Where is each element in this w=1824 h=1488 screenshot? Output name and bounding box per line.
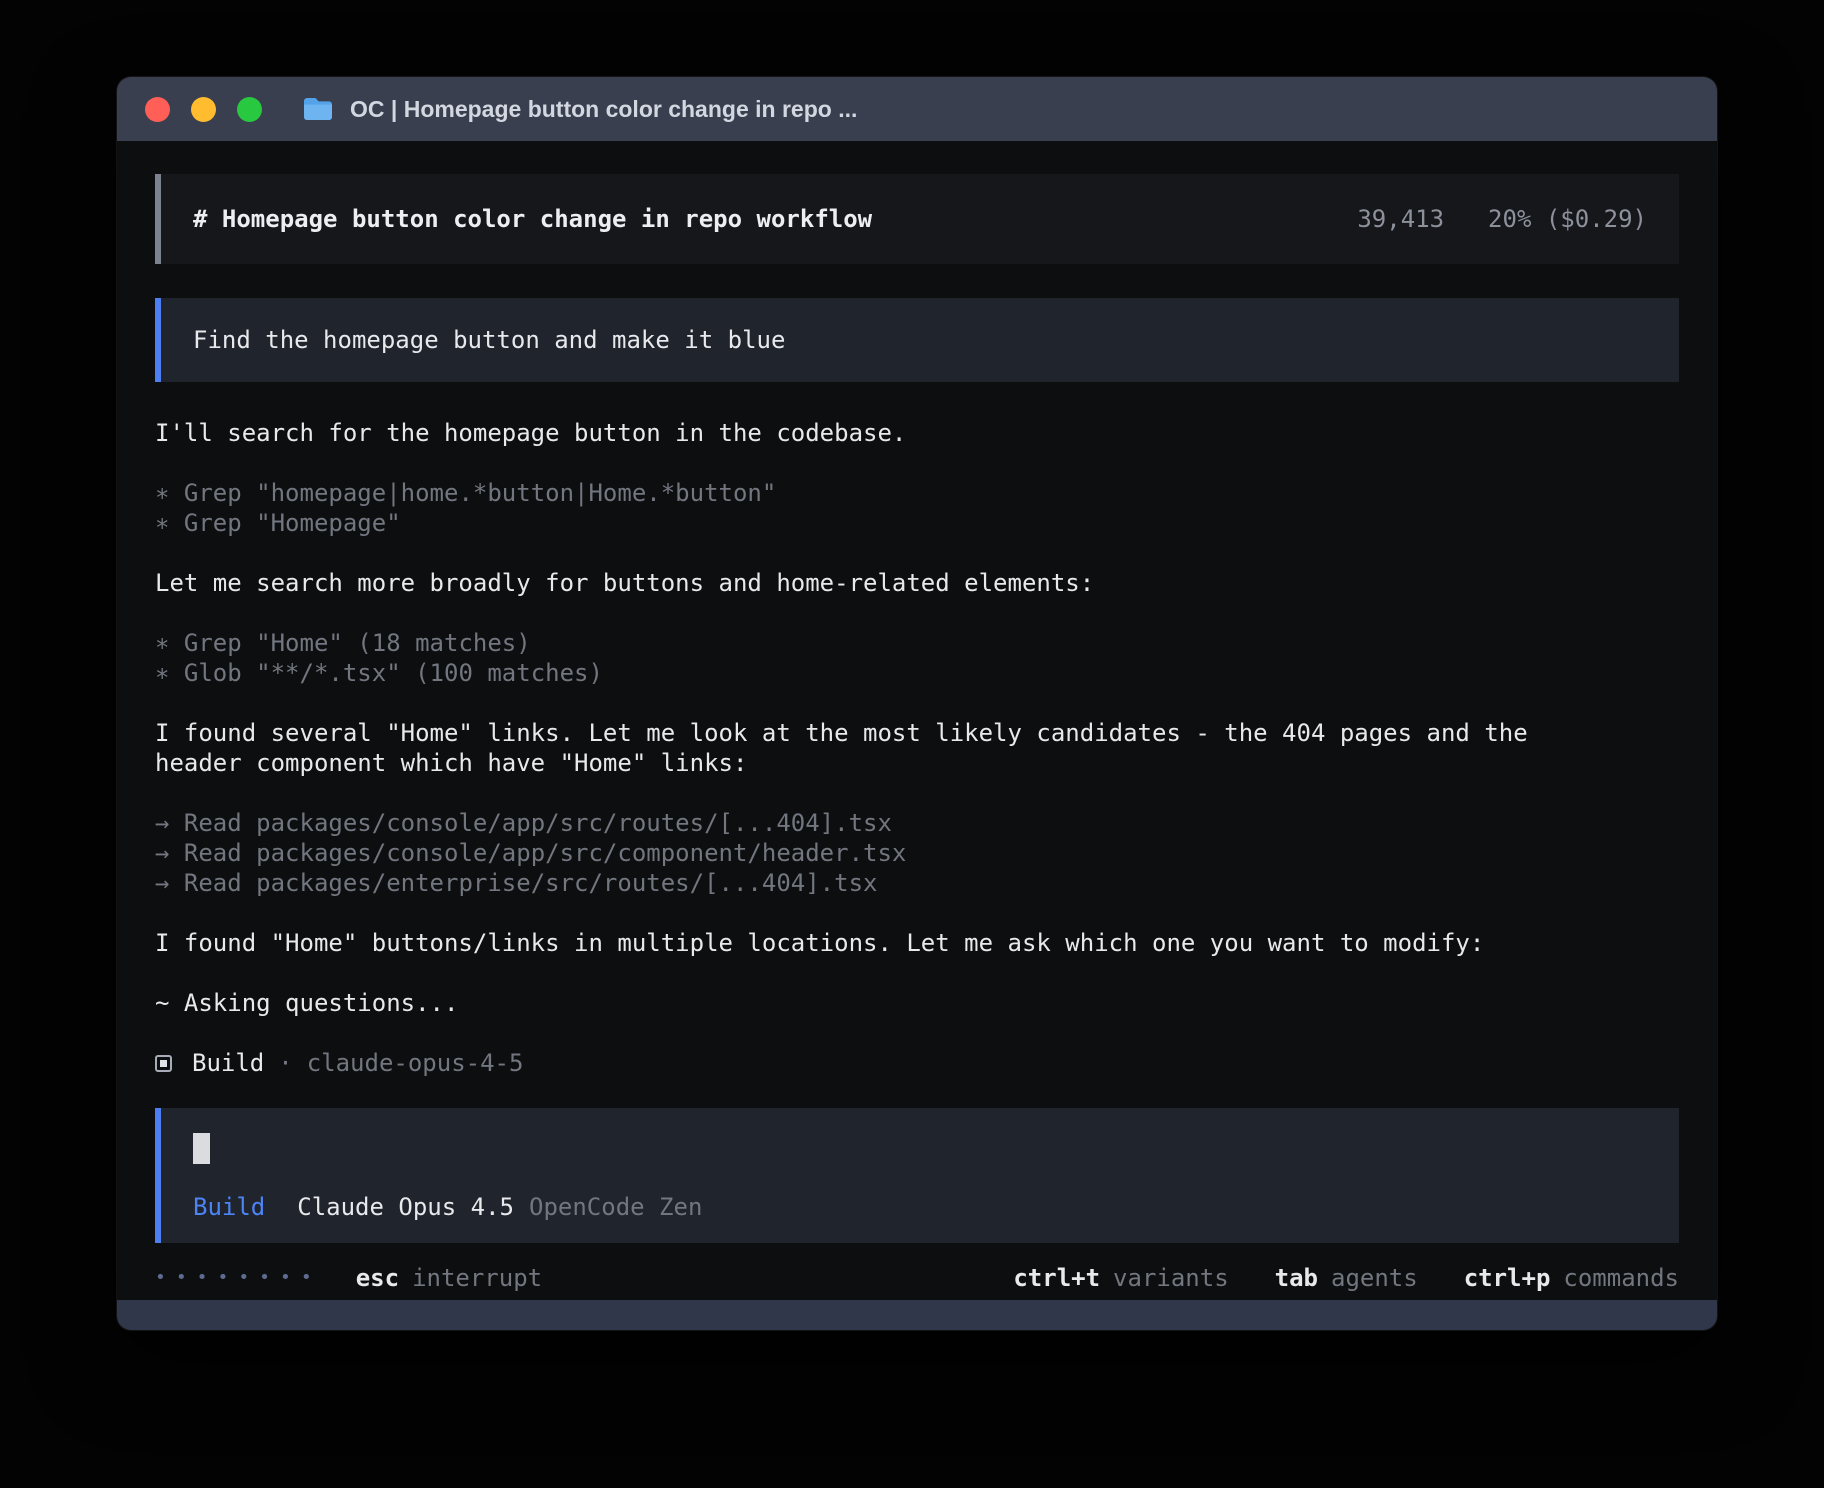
tool-call-text: Grep "Homepage" xyxy=(184,509,401,537)
status-bar-right: ctrl+t variants tab agents ctrl+p commands xyxy=(967,1263,1679,1293)
agent-name: Build xyxy=(192,1048,264,1078)
shortcut-label: agents xyxy=(1331,1263,1418,1293)
tool-call-group: → Read packages/console/app/src/routes/[… xyxy=(155,808,1679,898)
tool-call-line: → Read packages/console/app/src/routes/[… xyxy=(155,808,1679,838)
tool-call-line: ∗ Glob "**/*.tsx" (100 matches) xyxy=(155,658,1679,688)
assistant-text: I found several "Home" links. Let me loo… xyxy=(155,718,1679,778)
tool-prefix-icon: ∗ xyxy=(155,659,169,687)
titlebar[interactable]: OC | Homepage button color change in rep… xyxy=(117,77,1717,141)
agent-status-line: Build · claude-opus-4-5 xyxy=(155,1048,1679,1078)
minimize-button[interactable] xyxy=(191,97,216,122)
assistant-text-line: I'll search for the homepage button in t… xyxy=(155,418,1679,448)
tool-call-line: ∗ Grep "Home" (18 matches) xyxy=(155,628,1679,658)
window-title: OC | Homepage button color change in rep… xyxy=(350,96,857,123)
terminal-content: # Homepage button color change in repo w… xyxy=(117,141,1717,1300)
session-header: # Homepage button color change in repo w… xyxy=(155,174,1679,264)
assistant-text: I found "Home" buttons/links in multiple… xyxy=(155,928,1679,958)
shortcut-commands: ctrl+p commands xyxy=(1464,1263,1679,1293)
assistant-text: Let me search more broadly for buttons a… xyxy=(155,568,1679,598)
user-message: Find the homepage button and make it blu… xyxy=(155,298,1679,382)
shortcut-key: ctrl+t xyxy=(1013,1263,1100,1293)
agent-icon-inner xyxy=(160,1060,167,1067)
token-count: 39,413 xyxy=(1357,205,1444,233)
close-button[interactable] xyxy=(145,97,170,122)
shortcut-label: variants xyxy=(1113,1263,1229,1293)
terminal-window: OC | Homepage button color change in rep… xyxy=(117,77,1717,1330)
tool-call-text: Glob "**/*.tsx" (100 matches) xyxy=(184,659,603,687)
traffic-lights xyxy=(145,97,262,122)
tool-call-text: Read packages/console/app/src/component/… xyxy=(184,839,906,867)
assistant-text: I'll search for the homepage button in t… xyxy=(155,418,1679,448)
session-title: # Homepage button color change in repo w… xyxy=(193,204,872,234)
asking-status-text: ~ Asking questions... xyxy=(155,988,1679,1018)
mode-label: Build xyxy=(193,1192,265,1222)
user-message-text: Find the homepage button and make it blu… xyxy=(193,325,785,355)
esc-label: interrupt xyxy=(412,1263,542,1293)
read-arrow-icon: → xyxy=(155,869,169,897)
tool-call-line: ∗ Grep "homepage|home.*button|Home.*butt… xyxy=(155,478,1679,508)
tool-call-text: Grep "homepage|home.*button|Home.*button… xyxy=(184,479,776,507)
separator-dot-icon: · xyxy=(278,1048,292,1078)
assistant-text-line: Let me search more broadly for buttons a… xyxy=(155,568,1679,598)
agent-icon xyxy=(155,1055,172,1072)
tool-prefix-icon: ∗ xyxy=(155,629,169,657)
zoom-button[interactable] xyxy=(237,97,262,122)
tool-call-text: Read packages/console/app/src/routes/[..… xyxy=(184,809,892,837)
prompt-input[interactable]: Build Claude Opus 4.5 OpenCode Zen xyxy=(155,1108,1679,1243)
tool-call-line: ∗ Grep "Homepage" xyxy=(155,508,1679,538)
assistant-text-line: I found several "Home" links. Let me loo… xyxy=(155,718,1679,778)
esc-key: esc xyxy=(356,1263,399,1293)
shortcut-key: tab xyxy=(1275,1263,1318,1293)
read-arrow-icon: → xyxy=(155,809,169,837)
tool-call-line: → Read packages/console/app/src/componen… xyxy=(155,838,1679,868)
shortcut-label: commands xyxy=(1563,1263,1679,1293)
tool-call-group: ∗ Grep "homepage|home.*button|Home.*butt… xyxy=(155,478,1679,538)
folder-icon xyxy=(302,96,334,122)
shortcut-variants: ctrl+t variants xyxy=(1013,1263,1228,1293)
asking-status: ~ Asking questions... xyxy=(155,988,1679,1018)
session-meta: 39,413 20% ($0.29) xyxy=(1357,204,1647,234)
status-bar: •••••••• esc interrupt ctrl+t variants ta… xyxy=(155,1257,1679,1299)
text-cursor xyxy=(193,1133,210,1164)
tool-call-text: Read packages/enterprise/src/routes/[...… xyxy=(184,869,878,897)
window-footer-strip xyxy=(117,1300,1717,1330)
provider-label: OpenCode Zen xyxy=(529,1192,702,1222)
status-bar-left: •••••••• esc interrupt xyxy=(155,1257,542,1299)
spinner-dots-icon: •••••••• xyxy=(155,1257,322,1299)
tool-call-group: ∗ Grep "Home" (18 matches) ∗ Glob "**/*.… xyxy=(155,628,1679,688)
input-status-row: Build Claude Opus 4.5 OpenCode Zen xyxy=(193,1192,1647,1222)
tool-prefix-icon: ∗ xyxy=(155,479,169,507)
tool-prefix-icon: ∗ xyxy=(155,509,169,537)
tool-call-text: Grep "Home" (18 matches) xyxy=(184,629,531,657)
agent-model: claude-opus-4-5 xyxy=(307,1048,524,1078)
shortcut-key: ctrl+p xyxy=(1464,1263,1551,1293)
model-label: Claude Opus 4.5 xyxy=(297,1192,514,1222)
shortcut-agents: tab agents xyxy=(1275,1263,1418,1293)
tool-call-line: → Read packages/enterprise/src/routes/[.… xyxy=(155,868,1679,898)
assistant-text-line: I found "Home" buttons/links in multiple… xyxy=(155,928,1679,958)
context-usage: 20% ($0.29) xyxy=(1488,205,1647,233)
read-arrow-icon: → xyxy=(155,839,169,867)
